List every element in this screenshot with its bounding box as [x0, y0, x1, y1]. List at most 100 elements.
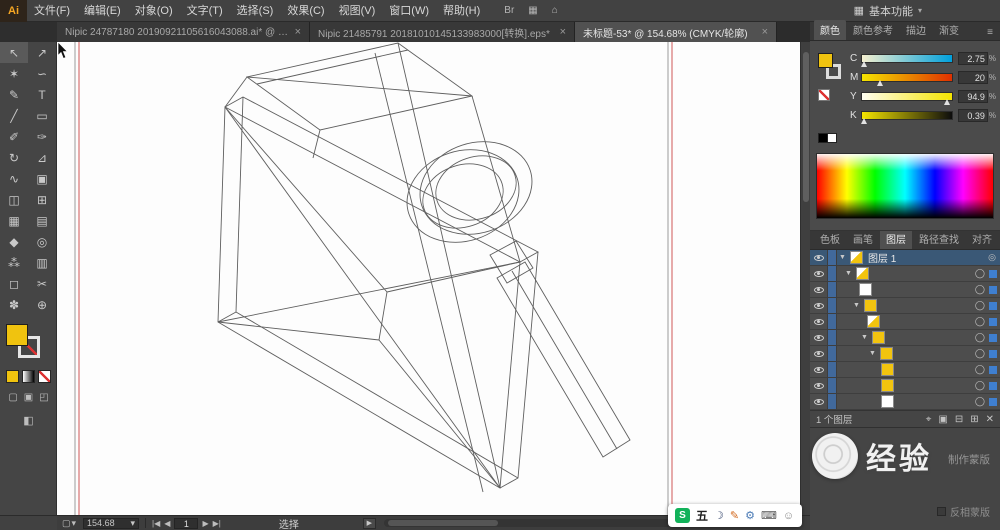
tab-stroke[interactable]: 描边	[900, 20, 932, 40]
delete-layer-icon[interactable]: ✕	[986, 414, 994, 425]
ime-mode-label[interactable]: 五	[696, 507, 708, 524]
cyan-value-field[interactable]: 2.75	[957, 52, 988, 65]
workspace-switcher[interactable]: ▦ 基本功能 ▾	[854, 3, 922, 19]
selection-column[interactable]	[828, 346, 837, 361]
line-segment-tool[interactable]: ╱	[0, 105, 28, 126]
slider-thumb[interactable]	[944, 99, 951, 105]
visibility-toggle[interactable]	[810, 378, 828, 393]
selection-tool[interactable]: ↖	[0, 42, 28, 63]
close-icon[interactable]: ×	[560, 27, 566, 38]
layer-name[interactable]: 图层 1	[868, 250, 896, 265]
magenta-slider[interactable]	[861, 73, 953, 86]
scrollbar-thumb[interactable]	[387, 520, 498, 526]
target-circle-icon[interactable]: ◯	[975, 364, 985, 375]
black-slider[interactable]	[861, 111, 953, 124]
expand-caret-icon[interactable]: ▼	[853, 302, 860, 309]
menu-item-view[interactable]: 视图(V)	[332, 0, 383, 22]
arrange-documents-icon[interactable]: ▦	[528, 5, 537, 16]
visibility-toggle[interactable]	[810, 298, 828, 313]
target-circle-icon[interactable]: ◯	[975, 332, 985, 343]
selection-column[interactable]	[828, 314, 837, 329]
target-circle-icon[interactable]: ◎	[988, 252, 996, 263]
tab-gradient[interactable]: 渐变	[933, 20, 965, 40]
white-swatch[interactable]	[827, 133, 837, 143]
selection-column[interactable]	[828, 282, 837, 297]
make-mask-button[interactable]: 制作蒙版	[948, 452, 990, 467]
tab-color-guide[interactable]: 颜色参考	[847, 20, 899, 40]
visibility-toggle[interactable]	[810, 250, 828, 265]
layer-row[interactable]: ◯	[810, 362, 1000, 378]
scroll-right-button[interactable]: ▶	[362, 517, 376, 529]
ime-toolbar[interactable]: S 五 ☽ ✎ ⚙ ⌨ ☺	[668, 504, 802, 527]
zoom-level-field[interactable]: 154.68 ▾	[83, 517, 140, 529]
gear-icon[interactable]: ⚙	[745, 509, 755, 522]
visibility-toggle[interactable]	[810, 266, 828, 281]
layer-row-layer1[interactable]: ▼ 图层 1 ◎	[810, 250, 1000, 266]
lasso-tool[interactable]: ∽	[28, 63, 56, 84]
checkbox-icon[interactable]	[937, 507, 946, 516]
first-artboard-button[interactable]: |◀	[152, 519, 160, 528]
screen-mode-button[interactable]: ◧	[0, 414, 57, 427]
layer-row[interactable]: ◯	[810, 378, 1000, 394]
menu-item-file[interactable]: 文件(F)	[27, 0, 77, 22]
yellow-value-field[interactable]: 94.9	[957, 90, 988, 103]
fill-color-swatch[interactable]	[6, 324, 28, 346]
pen-tool[interactable]: ✎	[0, 84, 28, 105]
rotate-tool[interactable]: ↻	[0, 147, 28, 168]
visibility-toggle[interactable]	[810, 330, 828, 345]
visibility-toggle[interactable]	[810, 314, 828, 329]
pencil-tool[interactable]: ✑	[28, 126, 56, 147]
selection-column[interactable]	[828, 330, 837, 345]
eyedropper-tool[interactable]: ◆	[0, 231, 28, 252]
type-tool[interactable]: T	[28, 84, 56, 105]
selection-column[interactable]	[828, 394, 837, 409]
moon-icon[interactable]: ☽	[714, 509, 724, 522]
close-icon[interactable]: ×	[295, 27, 301, 38]
vertical-scrollbar[interactable]	[800, 42, 810, 515]
new-sublayer-icon[interactable]: ⊟	[955, 414, 963, 425]
person-icon[interactable]: ☺	[783, 510, 794, 522]
new-layer-icon[interactable]: ⊞	[970, 414, 978, 425]
magenta-value-field[interactable]: 20	[957, 71, 988, 84]
none-swatch[interactable]	[818, 89, 830, 101]
ime-logo-icon[interactable]: S	[675, 508, 690, 523]
layer-row[interactable]: ◯	[810, 314, 1000, 330]
symbol-sprayer-tool[interactable]: ⁂	[0, 252, 28, 273]
selection-column[interactable]	[828, 266, 837, 281]
layer-row[interactable]: ▼ ◯	[810, 266, 1000, 282]
scale-tool[interactable]: ⊿	[28, 147, 56, 168]
scrollbar-thumb[interactable]	[803, 52, 809, 202]
paintbrush-tool[interactable]: ✐	[0, 126, 28, 147]
blend-tool[interactable]: ◎	[28, 231, 56, 252]
slider-thumb[interactable]	[861, 61, 868, 67]
slider-thumb[interactable]	[876, 80, 883, 86]
expand-caret-icon[interactable]: ▼	[869, 350, 876, 357]
selection-column[interactable]	[828, 378, 837, 393]
close-icon[interactable]: ×	[762, 27, 768, 38]
expand-caret-icon[interactable]: ▼	[861, 334, 868, 341]
tab-layers[interactable]: 图层	[880, 229, 912, 249]
draw-behind-icon[interactable]: ▣	[24, 392, 33, 403]
layer-row[interactable]: ◯	[810, 394, 1000, 410]
gradient-button[interactable]	[22, 370, 35, 383]
locate-object-icon[interactable]: ⌖	[926, 414, 932, 425]
draw-inside-icon[interactable]: ◰	[39, 392, 48, 403]
menu-item-edit[interactable]: 编辑(E)	[77, 0, 128, 22]
invert-mask-option[interactable]: 反相蒙版	[937, 504, 990, 519]
next-artboard-button[interactable]: ▶	[202, 519, 208, 528]
document-tab-1[interactable]: Nipic 24787180 20190921105616043088.ai* …	[57, 22, 310, 42]
target-circle-icon[interactable]: ◯	[975, 268, 985, 279]
zoom-tool[interactable]: ⊕	[28, 294, 56, 315]
magic-wand-tool[interactable]: ✶	[0, 63, 28, 84]
make-clip-mask-icon[interactable]: ▣	[938, 414, 947, 425]
artboard-tool[interactable]: ◻	[0, 273, 28, 294]
slider-thumb[interactable]	[861, 118, 868, 124]
layer-row[interactable]: ◯	[810, 282, 1000, 298]
rectangle-tool[interactable]: ▭	[28, 105, 56, 126]
mesh-tool[interactable]: ▦	[0, 210, 28, 231]
visibility-toggle[interactable]	[810, 362, 828, 377]
app-logo[interactable]: Ai	[0, 0, 27, 22]
visibility-toggle[interactable]	[810, 282, 828, 297]
slice-tool[interactable]: ✂	[28, 273, 56, 294]
tab-swatches[interactable]: 色板	[814, 229, 846, 249]
